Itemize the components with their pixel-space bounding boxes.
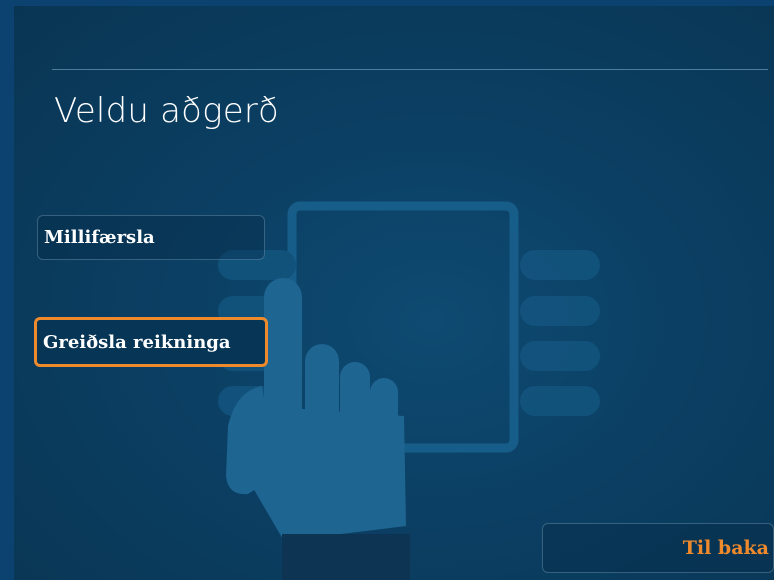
atm-screen: Veldu aðgerð Millifærsla Greiðsla reikni… [0,0,774,580]
hand-pressing-atm-icon [218,201,600,580]
option-label-transfer: Millifærsla [44,227,155,248]
back-button-label: Til baka [682,537,769,559]
back-button[interactable]: Til baka [542,523,774,573]
option-button-bill-payment[interactable]: Greiðsla reikninga [34,317,268,367]
option-button-transfer[interactable]: Millifærsla [37,215,265,260]
option-label-bill-payment: Greiðsla reikninga [43,331,231,353]
